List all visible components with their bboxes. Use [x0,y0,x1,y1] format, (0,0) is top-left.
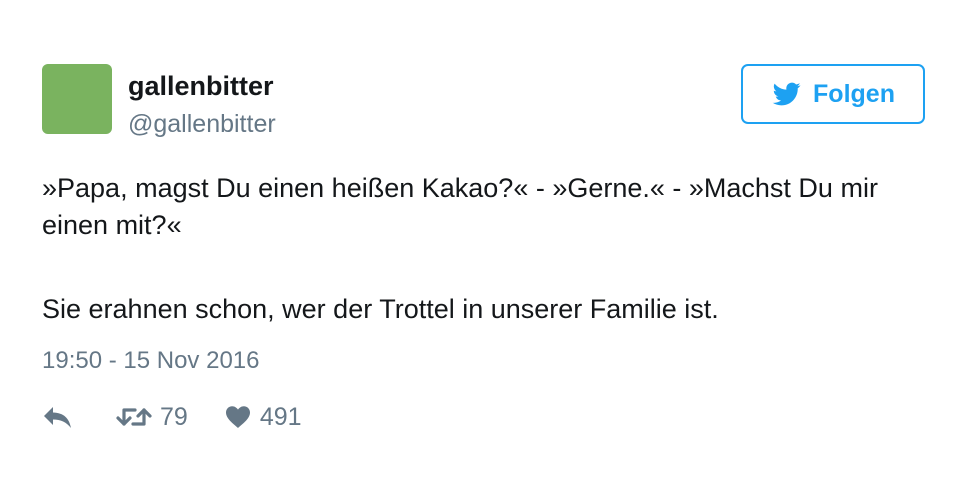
follow-label: Folgen [813,80,895,108]
twitter-bird-icon [772,82,801,106]
user-handle[interactable]: @gallenbitter [128,108,276,140]
like-count: 491 [259,403,302,431]
tweet-timestamp[interactable]: 19:50 - 15 Nov 2016 [42,346,260,376]
tweet-text: »Papa, magst Du einen heißen Kakao?« - »… [42,170,922,328]
like-button[interactable]: 491 [224,402,302,432]
follow-button[interactable]: Folgen [741,64,925,124]
display-name[interactable]: gallenbitter [128,70,274,102]
retweet-count: 79 [160,403,188,431]
heart-icon [225,406,250,428]
reply-button[interactable] [42,404,74,430]
avatar[interactable] [42,64,112,134]
tweet-paragraph-2: Sie erahnen schon, wer der Trottel in un… [42,294,719,324]
tweet-actions: 79 491 [42,400,302,434]
tweet-paragraph-1: »Papa, magst Du einen heißen Kakao?« - »… [42,173,878,240]
reply-icon [44,407,71,428]
retweet-button[interactable]: 79 [116,402,188,432]
retweet-icon [116,408,152,426]
